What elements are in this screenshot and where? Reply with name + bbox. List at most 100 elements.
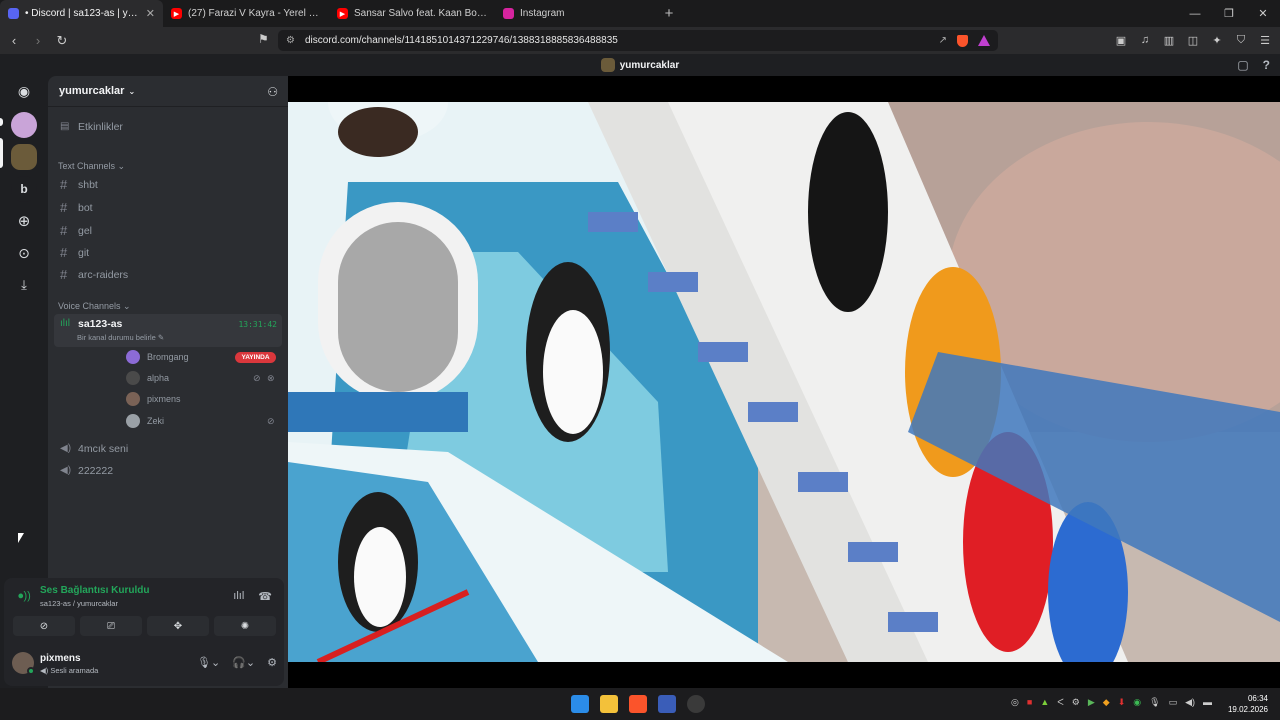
- activities-button[interactable]: ✥: [147, 616, 209, 636]
- server-avatar-1[interactable]: [11, 112, 37, 138]
- hash-icon: #: [60, 223, 68, 238]
- download-icon[interactable]: ⤓: [11, 272, 37, 298]
- disconnect-icon[interactable]: ☎: [258, 590, 272, 603]
- channel-item[interactable]: # arc-raiders: [54, 264, 282, 285]
- tab-discord[interactable]: • Discord | sa123-as | yumurc ✕: [0, 0, 163, 27]
- voice-user[interactable]: pixmens: [126, 389, 181, 409]
- media-icon[interactable]: ♫: [1136, 31, 1154, 49]
- selected-server-pill: [0, 138, 3, 168]
- reload-icon[interactable]: ↻: [52, 31, 72, 51]
- voice-user[interactable]: Zeki: [126, 411, 164, 431]
- camera-off-button[interactable]: ⊘: [13, 616, 75, 636]
- forward-icon[interactable]: ›: [28, 31, 48, 51]
- help-icon[interactable]: ?: [1263, 58, 1270, 72]
- browser-toolbar: ▣ ♫ ▥ ◫ ✦ ⛉ ☰: [1112, 31, 1274, 49]
- file-explorer-icon[interactable]: [600, 695, 618, 713]
- tray-icon[interactable]: ◉: [1133, 697, 1141, 708]
- category-voice-channels[interactable]: Voice Channels ⌄: [58, 301, 131, 312]
- voice-channel-item[interactable]: ◀) 4mcık seni: [54, 438, 282, 459]
- share-screen-button[interactable]: ⎚: [80, 616, 142, 636]
- tab-instagram[interactable]: Instagram: [495, 0, 655, 27]
- tray-icon[interactable]: ⚙: [1072, 697, 1080, 708]
- discover-icon[interactable]: ⊙: [11, 240, 37, 266]
- channel-item[interactable]: # git: [54, 242, 282, 263]
- hash-icon: #: [60, 200, 68, 215]
- windows-start-icon[interactable]: [571, 695, 589, 713]
- tray-icon[interactable]: ⬇: [1118, 697, 1126, 708]
- hash-icon: #: [60, 177, 68, 192]
- tab-youtube-song[interactable]: ▶ Sansar Salvo feat. Kaan Boşnak (from: [329, 0, 495, 27]
- wallet-icon[interactable]: ◫: [1184, 31, 1202, 49]
- url-field[interactable]: ⚙ discord.com/channels/11418510143712297…: [278, 30, 998, 51]
- settings-gear-icon[interactable]: ⚙: [267, 656, 277, 669]
- tray-icon[interactable]: ▲: [1040, 697, 1049, 708]
- brave-browser-icon[interactable]: [629, 695, 647, 713]
- restore-icon[interactable]: ❐: [1212, 0, 1246, 27]
- new-tab-button[interactable]: +: [655, 0, 683, 27]
- muted-mic-icon: ⊘: [253, 373, 261, 383]
- tray-icon[interactable]: ◆: [1103, 697, 1110, 708]
- discord-home-icon[interactable]: ◉: [11, 78, 37, 104]
- server-icon: [600, 58, 615, 72]
- discord-title-bar: yumurcaklar ▢ ?: [0, 54, 1280, 76]
- steam-icon[interactable]: [687, 695, 705, 713]
- windows-taskbar: ◎ ■ ▲ ᐸ ⚙ ▶ ◆ ⬇ ◉ 🎙 ▭ ◀) ▬ 06:34 19.02.2…: [0, 688, 1280, 720]
- headphones-icon[interactable]: 🎧⌄: [232, 656, 255, 669]
- back-icon[interactable]: ‹: [4, 31, 24, 51]
- network-icon[interactable]: ▭: [1169, 697, 1178, 708]
- brave-rewards-icon[interactable]: [978, 35, 990, 46]
- tab-youtube-radio[interactable]: ▶ (27) Farazi V Kayra - Yerel Radyo: [163, 0, 329, 27]
- close-window-icon[interactable]: ✕: [1246, 0, 1280, 27]
- server-header[interactable]: yumurcaklar ⌄ ⚇: [48, 76, 288, 107]
- minimize-icon[interactable]: —: [1178, 0, 1212, 27]
- close-tab-icon[interactable]: ✕: [138, 7, 155, 20]
- tray-icon[interactable]: ᐸ: [1057, 697, 1064, 708]
- channel-item[interactable]: # shbt: [54, 174, 282, 195]
- tray-icon[interactable]: ◎: [1011, 697, 1019, 708]
- add-server-icon[interactable]: ⊕: [11, 208, 37, 234]
- server-avatar-yumurcaklar[interactable]: [11, 144, 37, 170]
- volume-icon[interactable]: ◀): [1185, 697, 1195, 708]
- site-settings-icon[interactable]: ⚙: [286, 35, 295, 46]
- system-tray: ◎ ■ ▲ ᐸ ⚙ ▶ ◆ ⬇ ◉ 🎙 ▭ ◀) ▬: [1011, 697, 1212, 708]
- stream-video[interactable]: [288, 102, 1280, 662]
- microphone-icon[interactable]: 🎙⌄: [197, 656, 220, 669]
- tray-icon[interactable]: ▶: [1088, 697, 1095, 708]
- speaker-icon: ◀): [60, 443, 72, 454]
- voice-user[interactable]: Bromgang: [126, 347, 189, 367]
- stream-stage[interactable]: [288, 76, 1280, 688]
- avatar: [126, 392, 140, 406]
- user-panel: pixmens ◀) Sesli aramada 🎙⌄ 🎧⌄ ⚙: [12, 650, 277, 680]
- channel-status-hint[interactable]: Bir kanal durumu belirle ✎: [77, 333, 164, 342]
- tray-icon[interactable]: ■: [1027, 697, 1032, 708]
- taskbar-clock[interactable]: 06:34 19.02.2026: [1228, 693, 1268, 715]
- voice-channel-active[interactable]: ılıl sa123-as 13:31:42 Bir kanal durumu …: [54, 314, 282, 347]
- inbox-icon[interactable]: ▢: [1237, 58, 1248, 72]
- channel-item[interactable]: # gel: [54, 220, 282, 241]
- unread-pill: [0, 118, 3, 126]
- battery-icon[interactable]: ▬: [1203, 697, 1212, 708]
- screenshot-icon[interactable]: ▣: [1112, 31, 1130, 49]
- invite-icon[interactable]: ⚇: [267, 85, 278, 99]
- microphone-icon[interactable]: 🎙: [1149, 697, 1160, 708]
- sidebar-icon[interactable]: ▥: [1160, 31, 1178, 49]
- voice-channel-item[interactable]: ◀) 222222: [54, 460, 282, 481]
- signal-icon[interactable]: ⦁)): [18, 590, 31, 603]
- channel-item[interactable]: # bot: [54, 197, 282, 218]
- soundboard-button[interactable]: ✺: [214, 616, 276, 636]
- server-avatar-b[interactable]: b: [11, 176, 37, 202]
- leo-ai-icon[interactable]: ✦: [1208, 31, 1226, 49]
- voice-activity-icon: ılıl: [60, 318, 70, 329]
- events-item[interactable]: ▤ Etkinlikler: [54, 116, 282, 137]
- online-status-icon: [27, 667, 35, 675]
- brave-shield-icon[interactable]: [957, 34, 968, 47]
- menu-icon[interactable]: ☰: [1256, 31, 1274, 49]
- voice-user[interactable]: alpha: [126, 368, 169, 388]
- noise-suppression-icon[interactable]: ılıl: [233, 590, 244, 603]
- app-icon[interactable]: [658, 695, 676, 713]
- bookmark-icon[interactable]: ⚑: [258, 32, 269, 46]
- chevron-down-icon: ⌄: [128, 86, 136, 96]
- vpn-icon[interactable]: ⛉: [1232, 31, 1250, 49]
- share-icon[interactable]: ↗: [939, 35, 947, 46]
- category-text-channels[interactable]: Text Channels ⌄: [58, 161, 125, 172]
